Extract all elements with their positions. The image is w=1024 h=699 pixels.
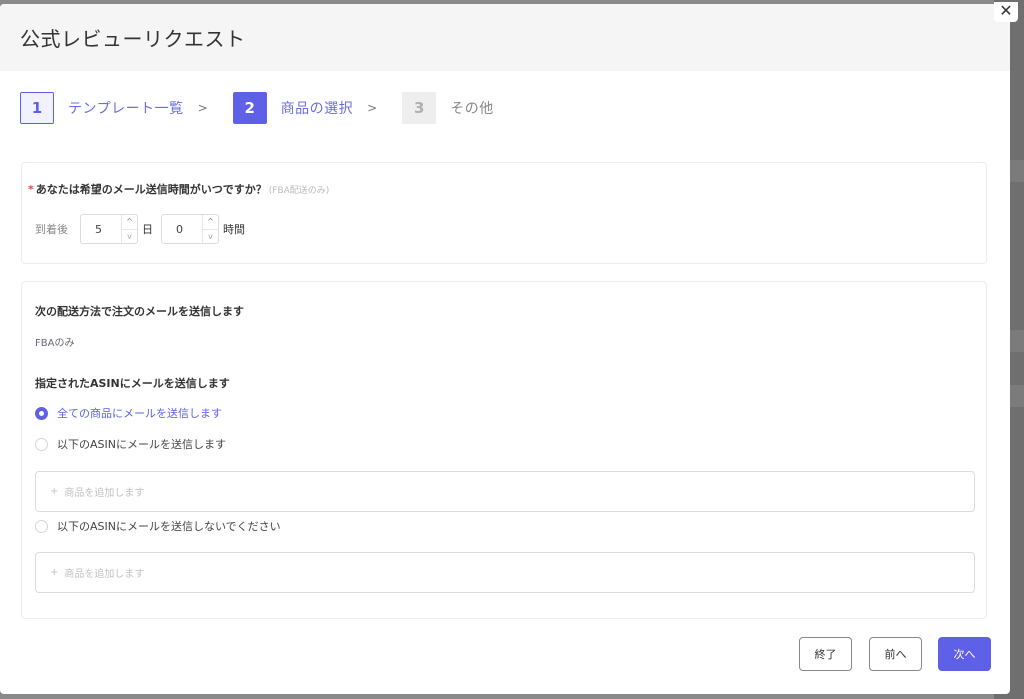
hours-unit: 時間 xyxy=(223,223,245,236)
add-product-input-exclude[interactable]: + 商品を追加します xyxy=(35,552,975,593)
shipping-method: FBAのみ xyxy=(35,338,75,349)
chevron-down-icon[interactable]: v xyxy=(122,230,137,244)
radio-label: 以下のASINにメールを送信しないでください xyxy=(57,520,281,533)
step-product-select[interactable]: 2 商品の選択 xyxy=(232,92,354,124)
radio-include-asin[interactable]: 以下のASINにメールを送信します xyxy=(35,436,226,452)
finish-button[interactable]: 終了 xyxy=(799,637,852,671)
send-time-card: * あなたは希望のメール送信時間がいつですか？ (FBA配送のみ) 到着後 5 ^ … xyxy=(21,162,987,264)
hours-value: 0 xyxy=(176,222,183,236)
radio-all-products[interactable]: 全ての商品にメールを送信します xyxy=(35,405,222,421)
chevron-right-icon: > xyxy=(197,101,208,115)
radio-label: 以下のASINにメールを送信します xyxy=(57,438,226,451)
asin-title: 指定されたASINにメールを送信します xyxy=(35,377,230,390)
days-stepper[interactable]: 5 ^ v xyxy=(80,214,138,244)
step-label: その他 xyxy=(450,101,494,117)
days-spin: ^ v xyxy=(121,215,137,243)
hours-stepper[interactable]: 0 ^ v xyxy=(161,214,219,244)
close-icon[interactable]: ✕ xyxy=(994,2,1018,22)
radio-unchecked-icon xyxy=(35,519,48,533)
step-number: 2 xyxy=(232,92,267,124)
chevron-down-icon[interactable]: v xyxy=(203,230,218,244)
prev-button[interactable]: 前へ xyxy=(869,637,922,671)
send-time-row: 到着後 5 ^ v 日 0 ^ v 時間 xyxy=(35,214,253,244)
chevron-up-icon[interactable]: ^ xyxy=(122,215,137,230)
days-unit: 日 xyxy=(142,223,153,236)
chevron-up-icon[interactable]: ^ xyxy=(203,215,218,230)
next-button[interactable]: 次へ xyxy=(938,637,991,671)
add-product-input-include[interactable]: + 商品を追加します xyxy=(35,471,975,512)
step-label: 商品の選択 xyxy=(280,101,354,117)
radio-unchecked-icon xyxy=(35,437,48,451)
radio-checked-icon xyxy=(35,406,48,420)
step-label: テンプレート一覧 xyxy=(68,101,184,117)
radio-exclude-asin[interactable]: 以下のASINにメールを送信しないでください xyxy=(35,518,281,534)
days-value: 5 xyxy=(95,222,102,236)
review-request-modal: 公式レビューリクエスト 1 テンプレート一覧 > 2 商品の選択 > 3 その他… xyxy=(0,4,1010,694)
hours-spin: ^ v xyxy=(202,215,218,243)
step-other[interactable]: 3 その他 xyxy=(402,92,494,124)
after-arrival-label: 到着後 xyxy=(35,223,68,236)
required-mark: * xyxy=(28,183,34,196)
modal-header: 公式レビューリクエスト xyxy=(0,4,1010,71)
step-number: 3 xyxy=(402,92,437,124)
step-number: 1 xyxy=(20,92,54,124)
radio-label: 全ての商品にメールを送信します xyxy=(57,407,222,420)
plus-icon: + xyxy=(50,567,59,578)
question-text: あなたは希望のメール送信時間がいつですか？ xyxy=(35,183,267,196)
question-hint: (FBA配送のみ) xyxy=(268,186,330,196)
plus-icon: + xyxy=(50,486,59,497)
send-time-question: * あなたは希望のメール送信時間がいつですか？ (FBA配送のみ) xyxy=(28,181,329,197)
add-product-placeholder: 商品を追加します xyxy=(64,488,145,499)
shipping-title: 次の配送方法で注文のメールを送信します xyxy=(35,305,244,318)
target-card: 次の配送方法で注文のメールを送信します FBAのみ 指定されたASINにメールを… xyxy=(21,281,987,619)
add-product-placeholder: 商品を追加します xyxy=(64,569,145,580)
modal-title: 公式レビューリクエスト xyxy=(20,27,246,51)
stepper: 1 テンプレート一覧 > 2 商品の選択 > 3 その他 xyxy=(20,92,494,124)
step-template-list[interactable]: 1 テンプレート一覧 xyxy=(20,92,184,124)
chevron-right-icon: > xyxy=(367,101,378,115)
